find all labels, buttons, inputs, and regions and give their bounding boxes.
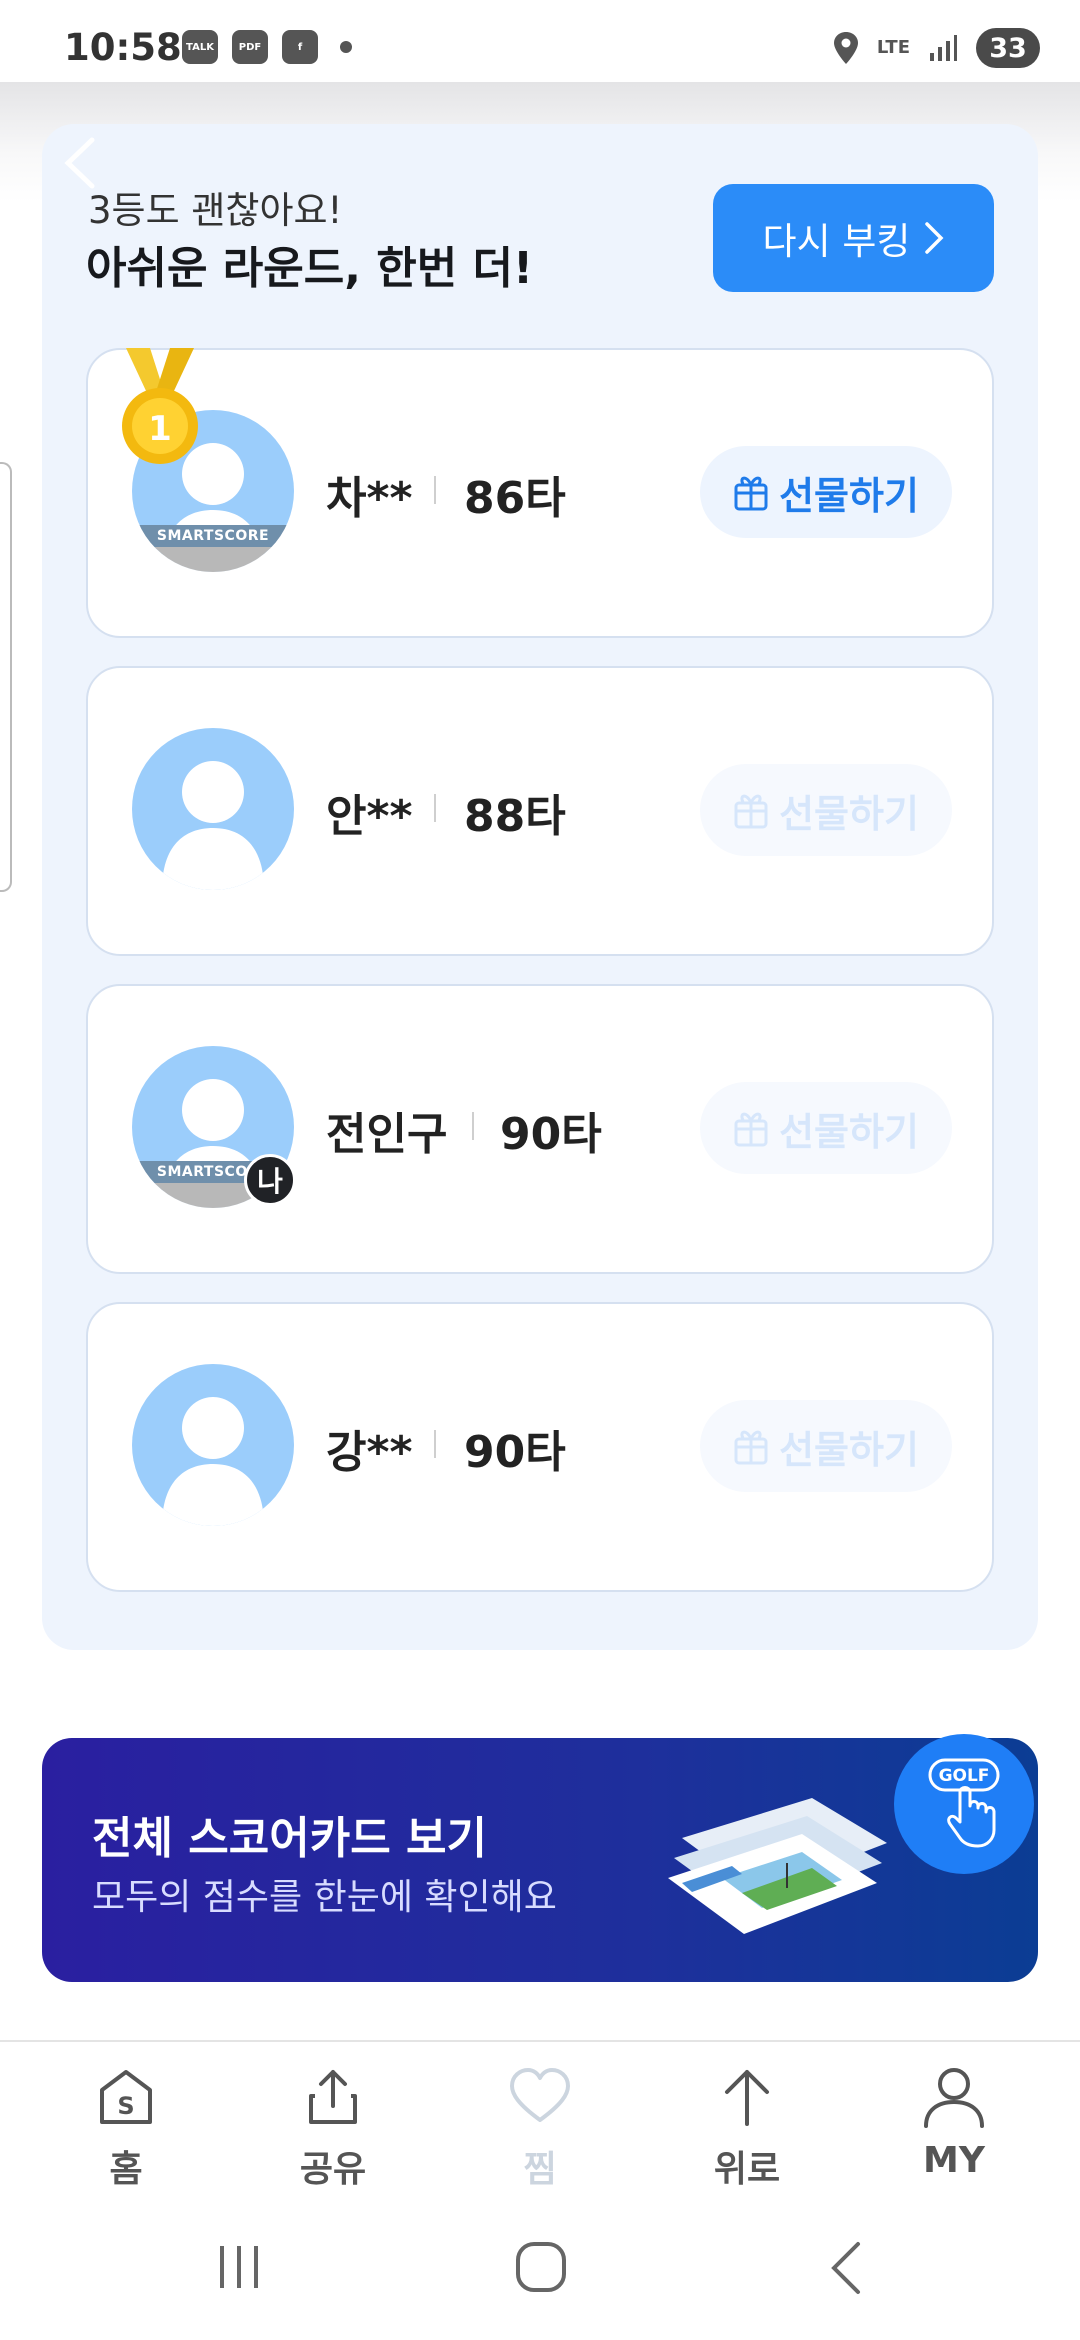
player-card-me: SMARTSCORE 나 전인구 90타 선물하기 — [86, 984, 994, 1274]
gift-label: 선물하기 — [779, 1427, 919, 1472]
bottom-nav: S 홈 공유 찜 위로 MY — [0, 2040, 1080, 2190]
network-type: LTE — [876, 37, 910, 58]
nav-label: 홈 — [109, 2149, 143, 2190]
nav-label: 위로 — [713, 2149, 781, 2190]
gift-button[interactable]: 선물하기 — [700, 446, 952, 538]
name-score-divider — [434, 794, 436, 822]
smartscore-label: SMARTSCORE — [132, 525, 294, 547]
player-card: 안** 88타 선물하기 — [86, 666, 994, 956]
player-score: 90타 — [500, 1109, 602, 1160]
gift-icon — [734, 1112, 768, 1147]
rebook-button[interactable]: 다시 부킹 — [713, 184, 994, 292]
nav-home[interactable]: S 홈 — [56, 2066, 196, 2192]
player-score: 86타 — [464, 473, 566, 524]
banner-subtitle: 모두의 점수를 한눈에 확인해요 — [92, 1877, 557, 1918]
talk-icon: TALK — [182, 30, 218, 64]
location-icon — [833, 32, 858, 64]
gold-medal-icon: 1 — [122, 348, 198, 464]
name-score-divider — [434, 1430, 436, 1458]
heart-icon — [510, 2068, 570, 2122]
share-icon — [309, 2070, 357, 2124]
status-bar: 10:58 TALK PDF f LTE 33 — [0, 0, 1080, 82]
avatar — [132, 1364, 294, 1526]
person-icon — [924, 2068, 984, 2128]
banner-title: 전체 스코어카드 보기 — [92, 1813, 487, 1864]
nav-share[interactable]: 공유 — [263, 2066, 403, 2192]
golf-label: GOLF — [939, 1766, 990, 1786]
rebook-label: 다시 부킹 — [762, 220, 911, 263]
gift-label: 선물하기 — [779, 791, 919, 836]
avatar — [132, 728, 294, 890]
player-card: SMARTSCORE 1 차** 86타 선물하기 — [86, 348, 994, 638]
gift-button[interactable]: 선물하기 — [700, 1400, 952, 1492]
gift-icon — [734, 1430, 768, 1465]
signal-icon — [930, 35, 957, 61]
more-notifications-dot — [340, 41, 352, 53]
back-icon[interactable] — [826, 2240, 866, 2296]
golf-tap-icon: GOLF — [928, 1758, 1000, 1848]
scorecard-illustration — [668, 1798, 887, 1934]
gift-button[interactable]: 선물하기 — [700, 764, 952, 856]
facebook-chat-icon: f — [282, 30, 318, 64]
gift-label: 선물하기 — [779, 1109, 919, 1154]
name-score-divider — [472, 1112, 474, 1140]
recent-apps-icon[interactable] — [214, 2242, 264, 2292]
pdf-icon: PDF — [232, 30, 268, 64]
golf-fab-button[interactable]: GOLF — [894, 1734, 1034, 1874]
notification-icons: TALK PDF f — [182, 30, 352, 64]
result-subtitle: 3등도 괜찮아요! — [88, 189, 343, 232]
player-name: 차** — [326, 473, 413, 524]
scorecard-banner[interactable]: 전체 스코어카드 보기 모두의 점수를 한눈에 확인해요 — [42, 1738, 1038, 1982]
gift-button[interactable]: 선물하기 — [700, 1082, 952, 1174]
name-score-divider — [434, 476, 436, 504]
battery-level: 33 — [976, 28, 1040, 68]
player-score: 88타 — [464, 791, 566, 842]
home-s-icon: S — [100, 2070, 152, 2124]
gift-icon — [734, 794, 768, 829]
svg-text:S: S — [117, 2092, 134, 2120]
chevron-right-icon — [925, 222, 944, 254]
result-title: 아쉬운 라운드, 한번 더! — [86, 243, 534, 294]
nav-label: 공유 — [299, 2149, 367, 2190]
player-score: 90타 — [464, 1427, 566, 1478]
status-right: LTE 33 — [833, 28, 1040, 68]
system-nav-bar — [0, 2200, 1080, 2340]
nav-label: MY — [923, 2140, 985, 2181]
player-name: 강** — [326, 1427, 413, 1478]
gift-icon — [734, 476, 768, 511]
home-icon[interactable] — [514, 2240, 568, 2294]
player-card: 강** 90타 선물하기 — [86, 1302, 994, 1592]
arrow-up-icon — [725, 2070, 769, 2126]
status-time: 10:58 — [64, 26, 182, 69]
nav-favorite[interactable]: 찜 — [470, 2066, 610, 2192]
gift-label: 선물하기 — [779, 473, 919, 518]
me-badge: 나 — [244, 1154, 296, 1206]
nav-scroll-top[interactable]: 위로 — [677, 2066, 817, 2192]
player-name: 전인구 — [326, 1109, 448, 1160]
svg-text:1: 1 — [148, 409, 172, 449]
nav-my[interactable]: MY — [884, 2066, 1024, 2181]
nav-label: 찜 — [523, 2149, 557, 2190]
edge-panel-handle[interactable] — [0, 462, 12, 892]
player-name: 안** — [326, 791, 413, 842]
